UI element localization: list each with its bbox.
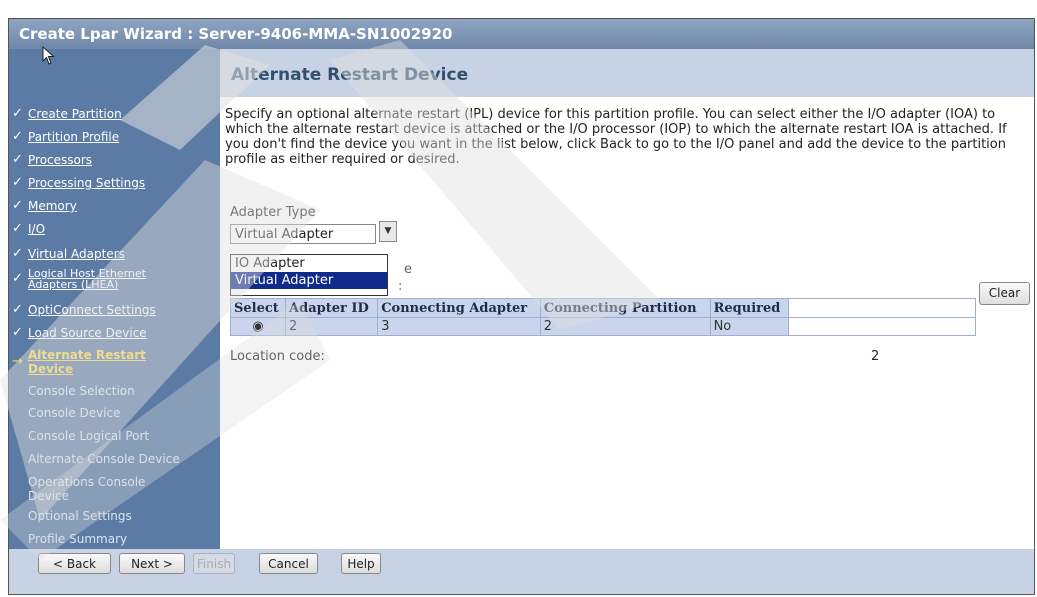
nav-step-label: Processors [28,153,93,167]
column-header-connecting-partition: Connecting Partition [539,298,711,318]
mouse-pointer-icon [42,45,56,71]
table-header-row: Select Adapter ID Connecting Adapter Con… [229,298,976,318]
next-button[interactable]: Next > [119,553,185,574]
adapter-table: Select Adapter ID Connecting Adapter Con… [229,298,976,336]
location-code-label: Location code: [230,349,325,364]
check-icon: ✓ [12,325,23,340]
nav-step-label: Console Selection [28,384,135,398]
select-cell[interactable]: ◉ [229,317,287,336]
check-icon: ✓ [12,198,23,213]
nav-step-label: Console Logical Port [28,429,150,443]
column-header-blank [788,298,976,318]
check-icon: ✓ [12,246,23,261]
required-cell: No [709,317,790,336]
nav-step-label: Operations Console Device [28,475,146,503]
nav-step-label: Alternate Restart Device [28,348,146,376]
adapter-id-cell: 2 [285,317,379,336]
nav-step-label: Memory [28,199,77,213]
chevron-down-icon[interactable]: ▼ [379,221,397,242]
window-title: Create Lpar Wizard : Server-9406-MMA-SN1… [9,19,1034,49]
adapter-type-label: Adapter Type [230,205,316,220]
clear-button[interactable]: Clear [979,282,1030,305]
table-row[interactable]: ◉ 2 3 2 No [229,317,976,336]
adapter-type-select[interactable]: Virtual Adapter [230,224,376,244]
page-description: Specify an optional alternate restart (I… [225,107,1007,167]
check-icon: ✓ [12,221,23,236]
nav-step-label: Partition Profile [28,130,120,144]
dropdown-option-virtual-adapter[interactable]: Virtual Adapter [231,272,387,289]
obscured-label-text: e [404,262,412,277]
nav-step-label: Processing Settings [28,176,146,190]
nav-step-label: Alternate Console Device [28,452,180,466]
connecting-partition-cell: 2 [539,317,711,336]
column-header-connecting-adapter: Connecting Adapter [377,298,541,318]
nav-step-label: Optional Settings [28,509,132,523]
column-header-required: Required [709,298,790,318]
radio-button-selected[interactable]: ◉ [252,319,263,334]
nav-step-label: Create Partition [28,107,122,121]
wizard-nav: ✓ Create Partition ✓ Partition Profile ✓… [9,49,220,549]
back-button[interactable]: < Back [38,553,111,574]
arrow-right-icon: → [12,354,23,369]
help-button[interactable]: Help [341,553,381,574]
check-icon: ✓ [12,175,23,190]
obscured-label-text: : [398,279,403,294]
nav-step-label: Logical Host Ethernet Adapters (LHEA) [28,267,146,291]
dropdown-option-io-adapter[interactable]: IO Adapter [231,255,387,272]
check-icon: ✓ [12,302,23,317]
nav-step-label: Virtual Adapters [28,247,125,261]
nav-step-label: Profile Summary [28,532,128,546]
nav-step-label: Console Device [28,406,121,420]
check-icon: ✓ [12,271,23,286]
finish-button: Finish [193,553,235,574]
column-header-adapter-id: Adapter ID [285,298,379,318]
check-icon: ✓ [12,152,23,167]
nav-step-label: Load Source Device [28,326,147,340]
cancel-button[interactable]: Cancel [259,553,318,574]
adapter-type-dropdown[interactable]: IO Adapter Virtual Adapter [230,254,388,296]
page-header: Alternate Restart Device [220,49,1034,97]
check-icon: ✓ [12,129,23,144]
column-header-select: Select [229,298,287,318]
page-title: Alternate Restart Device [231,65,469,85]
nav-step-label: I/O [28,222,46,236]
nav-step-label: OptiConnect Settings [28,303,156,317]
connecting-adapter-cell: 3 [377,317,541,336]
check-icon: ✓ [12,106,23,121]
location-code-value: 2 [871,349,880,364]
blank-cell [788,317,976,336]
